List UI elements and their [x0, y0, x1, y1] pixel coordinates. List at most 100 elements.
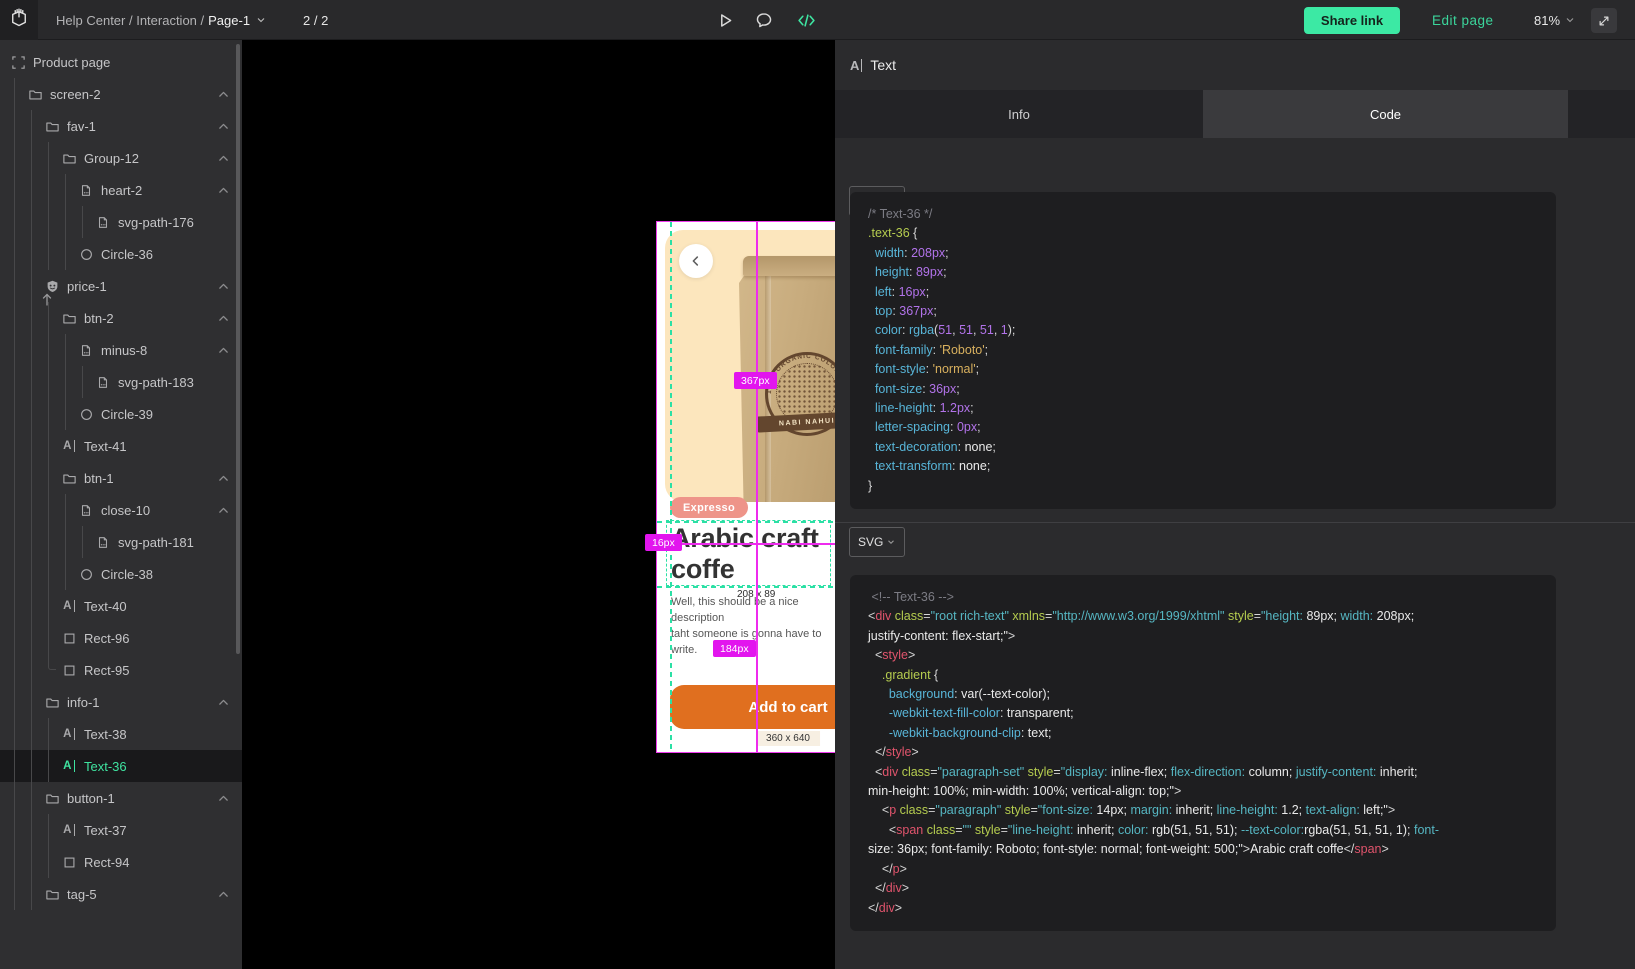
collapse-chevron-icon[interactable]: [217, 88, 230, 101]
tab-code[interactable]: Code: [1203, 90, 1568, 138]
code-view-button[interactable]: [793, 7, 819, 33]
share-link-button[interactable]: Share link: [1304, 7, 1400, 34]
edit-page-link[interactable]: Edit page: [1432, 0, 1494, 40]
tree-item-rect-94[interactable]: Rect-94: [0, 846, 242, 878]
tree-guide-line: [14, 590, 15, 622]
tree-guide-line: [14, 238, 15, 270]
tree-item-button-1[interactable]: button-1: [0, 782, 242, 814]
product-tag[interactable]: Expresso: [670, 497, 748, 518]
code-line: <p class="paragraph" style="font-size: 1…: [868, 801, 1538, 820]
tree-item-btn-1[interactable]: btn-1: [0, 462, 242, 494]
back-button[interactable]: [679, 244, 713, 278]
tree-item-text-40[interactable]: AText-40: [0, 590, 242, 622]
tree-guide-line: [48, 334, 49, 366]
tree-guide-line: [65, 558, 66, 590]
tree-guide-line: [31, 686, 32, 718]
folder-icon: [61, 150, 77, 166]
collapse-chevron-icon[interactable]: [217, 312, 230, 325]
folder-icon: [61, 470, 77, 486]
app-logo[interactable]: [0, 0, 38, 40]
svg-format-select[interactable]: SVG: [849, 527, 905, 557]
tree-item-minus-8[interactable]: minus-8: [0, 334, 242, 366]
tree-item-label: Text-40: [84, 599, 127, 614]
code-line: font-style: 'normal';: [868, 360, 1538, 379]
app-window: Help Center / Interaction / Page-1 2 / 2…: [0, 0, 1635, 969]
tree-guide-line: [14, 142, 15, 174]
tree-guide-line: [48, 398, 49, 430]
tree-item-text-36[interactable]: AText-36: [0, 750, 242, 782]
tree-item-screen-2[interactable]: screen-2: [0, 78, 242, 110]
tree-guide-line: [48, 526, 49, 558]
tree-item-heart-2[interactable]: heart-2: [0, 174, 242, 206]
sidebar-scrollbar[interactable]: [236, 44, 240, 654]
text-layer-icon: A: [61, 438, 77, 454]
tree-guide-line: [31, 206, 32, 238]
breadcrumb[interactable]: Help Center / Interaction / Page-1: [56, 0, 267, 40]
tree-item-tag-5[interactable]: tag-5: [0, 878, 242, 910]
code-line: left: 16px;: [868, 283, 1538, 302]
tree-item-rect-96[interactable]: Rect-96: [0, 622, 242, 654]
collapse-chevron-icon[interactable]: [217, 152, 230, 165]
tree-item-close-10[interactable]: close-10: [0, 494, 242, 526]
tree-item-label: tag-5: [67, 887, 97, 902]
fullscreen-button[interactable]: [1591, 8, 1617, 33]
play-button[interactable]: [712, 7, 738, 33]
breadcrumb-current[interactable]: Page-1: [208, 13, 250, 28]
back-chevron-icon: [689, 254, 703, 268]
collapse-chevron-icon[interactable]: [217, 696, 230, 709]
code-line: <!-- Text-36 -->: [868, 588, 1538, 607]
tree-guide-line: [14, 878, 15, 910]
tree-item-price-1[interactable]: price-1: [0, 270, 242, 302]
tree-guide-line: [48, 430, 49, 462]
product-title[interactable]: Arabic craft coffe: [671, 523, 831, 585]
collapse-chevron-icon[interactable]: [217, 280, 230, 293]
tree-item-info-1[interactable]: info-1: [0, 686, 242, 718]
tree-item-circle-38[interactable]: Circle-38: [0, 558, 242, 590]
comments-button[interactable]: [751, 7, 777, 33]
tree-item-btn-2[interactable]: btn-2: [0, 302, 242, 334]
code-line: font-family: 'Roboto';: [868, 341, 1538, 360]
rect-icon: [61, 630, 77, 646]
code-line: <span class="" style="line-height: inher…: [868, 821, 1538, 840]
tree-item-svg-path-183[interactable]: svg-path-183: [0, 366, 242, 398]
design-canvas[interactable]: 100% ORGANIC COLOMBIAN COFFEE NABI NAHUI…: [242, 40, 835, 969]
tree-item-text-37[interactable]: AText-37: [0, 814, 242, 846]
collapse-chevron-icon[interactable]: [217, 792, 230, 805]
tree-guide-line: [14, 494, 15, 526]
measure-badge: 184px: [713, 640, 756, 657]
tree-item-circle-36[interactable]: Circle-36: [0, 238, 242, 270]
tree-guide-line: [65, 238, 66, 270]
tree-item-group-12[interactable]: Group-12: [0, 142, 242, 174]
svg-icon: [95, 534, 111, 550]
tree-item-rect-95[interactable]: Rect-95: [0, 654, 242, 686]
code-line: }: [868, 477, 1538, 496]
tree-item-fav-1[interactable]: fav-1: [0, 110, 242, 142]
collapse-chevron-icon[interactable]: [217, 120, 230, 133]
tree-item-text-38[interactable]: AText-38: [0, 718, 242, 750]
section-divider: [835, 522, 1635, 523]
code-line: /* Text-36 */: [868, 205, 1538, 224]
tree-item-label: btn-1: [84, 471, 114, 486]
tree-guide-line: [31, 558, 32, 590]
tree-guide-line: [31, 398, 32, 430]
tree-item-svg-path-176[interactable]: svg-path-176: [0, 206, 242, 238]
collapse-chevron-icon[interactable]: [217, 504, 230, 517]
tree-guide-line: [31, 526, 32, 558]
tab-info[interactable]: Info: [835, 90, 1203, 138]
collapse-chevron-icon[interactable]: [217, 888, 230, 901]
tree-item-label: Product page: [33, 55, 110, 70]
folder-icon: [27, 86, 43, 102]
collapse-chevron-icon[interactable]: [217, 344, 230, 357]
tree-item-label: fav-1: [67, 119, 96, 134]
tree-item-text-41[interactable]: AText-41: [0, 430, 242, 462]
collapse-chevron-icon[interactable]: [217, 472, 230, 485]
tree-item-product page[interactable]: Product page: [0, 46, 242, 78]
inspector-tabs: Info Code: [835, 90, 1635, 138]
tree-item-circle-39[interactable]: Circle-39: [0, 398, 242, 430]
tree-guide-line: [14, 622, 15, 654]
svg-icon: [95, 374, 111, 390]
tree-item-svg-path-181[interactable]: svg-path-181: [0, 526, 242, 558]
zoom-level-control[interactable]: 81%: [1534, 0, 1576, 40]
zoom-level-value: 81%: [1534, 13, 1560, 28]
collapse-chevron-icon[interactable]: [217, 184, 230, 197]
